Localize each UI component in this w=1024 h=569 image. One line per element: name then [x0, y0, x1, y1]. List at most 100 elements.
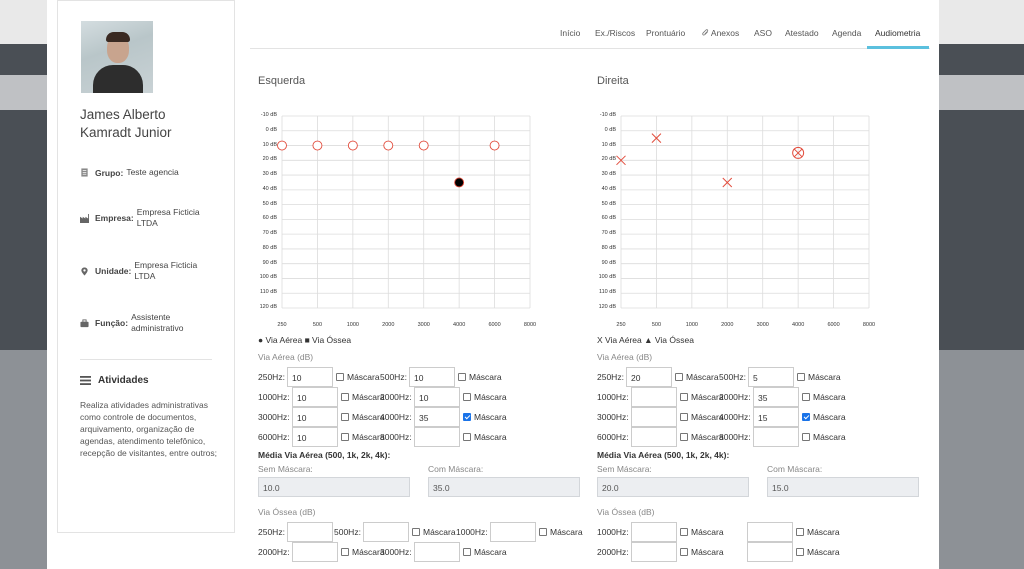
info-grupo: Grupo: Teste agencia	[80, 167, 179, 178]
mascara-checkbox[interactable]	[341, 433, 349, 441]
mascara-checkbox[interactable]	[802, 433, 810, 441]
mascara-label: Máscara	[691, 527, 724, 537]
avatar	[81, 21, 153, 93]
mascara-checkbox[interactable]	[463, 393, 471, 401]
freq-label-6000hz: 6000Hz:	[258, 432, 290, 442]
input-3000hz[interactable]	[631, 407, 677, 427]
tab-inicio[interactable]: Início	[560, 28, 580, 38]
mascara-checkbox[interactable]	[463, 548, 471, 556]
tab-aso[interactable]: ASO	[754, 28, 772, 38]
tab-prontuario[interactable]: Prontuário	[646, 28, 685, 38]
ossea-input-1000hz[interactable]	[490, 522, 536, 542]
mascara-label: Máscara	[807, 527, 840, 537]
x-tick-label: 6000	[488, 322, 501, 328]
mascara-checkbox[interactable]	[802, 413, 810, 421]
input-2000hz[interactable]: 35	[753, 387, 799, 407]
input-4000hz[interactable]: 15	[753, 407, 799, 427]
mascara-label: Máscara	[808, 372, 841, 382]
legend-left: ● Via Aérea ■ Via Óssea	[258, 335, 352, 345]
ossea-freq-label: 1000Hz:	[597, 527, 629, 537]
ossea-input-2000hz[interactable]	[631, 542, 677, 562]
ossea-input-extra[interactable]	[747, 522, 793, 542]
atividades-title-text: Atividades	[98, 375, 149, 386]
input-2000hz[interactable]: 10	[414, 387, 460, 407]
tab-agenda[interactable]: Agenda	[832, 28, 861, 38]
media-sem-mascara-field: 10.0	[258, 477, 410, 497]
tab-atestado[interactable]: Atestado	[785, 28, 819, 38]
empresa-label: Empresa:	[95, 213, 134, 223]
via-ossea-label: Via Óssea (dB)	[597, 507, 655, 517]
input-250hz[interactable]: 10	[287, 367, 333, 387]
input-6000hz[interactable]: 10	[292, 427, 338, 447]
mascara-checkbox[interactable]	[341, 548, 349, 556]
freq-label-6000hz: 6000Hz:	[597, 432, 629, 442]
mascara-checkbox[interactable]	[796, 548, 804, 556]
funcao-value: Assistente administrativo	[131, 312, 184, 333]
ossea-input-2000hz[interactable]	[292, 542, 338, 562]
ossea-freq-label: 2000Hz:	[597, 547, 629, 557]
active-tab-indicator	[867, 46, 929, 49]
atividades-title: Atividades	[80, 375, 149, 386]
ossea-input-500hz[interactable]	[363, 522, 409, 542]
input-6000hz[interactable]	[631, 427, 677, 447]
ossea-freq-label: 500Hz:	[334, 527, 361, 537]
input-8000hz[interactable]	[414, 427, 460, 447]
ossea-input-250hz[interactable]	[287, 522, 333, 542]
briefcase-icon	[80, 318, 89, 327]
y-tick-label: 60 dB	[601, 215, 616, 222]
mascara-checkbox[interactable]	[797, 373, 805, 381]
empresa-value: Empresa Ficticia LTDA	[136, 207, 200, 228]
mascara-checkbox[interactable]	[463, 433, 471, 441]
x-tick-label: 4000	[453, 322, 466, 328]
y-tick-label: 30 dB	[601, 171, 616, 178]
mascara-checkbox[interactable]	[341, 413, 349, 421]
x-tick-label: 500	[312, 322, 323, 328]
document-icon	[81, 168, 88, 177]
x-tick-label: 8000	[523, 322, 537, 328]
tab-anexos[interactable]: Anexos	[702, 28, 739, 38]
ossea-input-3000hz[interactable]	[414, 542, 460, 562]
mascara-checkbox[interactable]	[680, 528, 688, 536]
mascara-checkbox[interactable]	[412, 528, 420, 536]
input-1000hz[interactable]	[631, 387, 677, 407]
input-250hz[interactable]: 20	[626, 367, 672, 387]
tab-bar: Início Ex./Riscos Prontuário Anexos ASO …	[250, 22, 930, 49]
mascara-checkbox[interactable]	[539, 528, 547, 536]
y-tick-label: 100 dB	[598, 274, 616, 281]
mascara-checkbox[interactable]	[680, 413, 688, 421]
y-tick-label: 80 dB	[262, 244, 277, 251]
mascara-checkbox[interactable]	[680, 433, 688, 441]
grupo-label: Grupo:	[95, 167, 124, 178]
mascara-checkbox[interactable]	[336, 373, 344, 381]
mascara-checkbox[interactable]	[458, 373, 466, 381]
freq-label-500hz: 500Hz:	[380, 372, 407, 382]
list-icon	[80, 376, 91, 385]
mascara-checkbox[interactable]	[802, 393, 810, 401]
mascara-label: Máscara	[813, 412, 846, 422]
input-500hz[interactable]: 10	[409, 367, 455, 387]
ossea-input-1000hz[interactable]	[631, 522, 677, 542]
y-tick-label: -10 dB	[260, 112, 277, 118]
input-500hz[interactable]: 5	[748, 367, 794, 387]
y-tick-label: 10 dB	[262, 141, 277, 148]
input-4000hz[interactable]: 35	[414, 407, 460, 427]
mascara-checkbox[interactable]	[341, 393, 349, 401]
tab-ex-riscos[interactable]: Ex./Riscos	[595, 28, 635, 38]
input-8000hz[interactable]	[753, 427, 799, 447]
input-1000hz[interactable]: 10	[292, 387, 338, 407]
mascara-checkbox[interactable]	[680, 393, 688, 401]
x-tick-label: 500	[651, 322, 662, 328]
ossea-input-extra2[interactable]	[747, 542, 793, 562]
mascara-label: Máscara	[474, 432, 507, 442]
unidade-label: Unidade:	[95, 266, 132, 276]
mascara-checkbox[interactable]	[675, 373, 683, 381]
mascara-checkbox[interactable]	[796, 528, 804, 536]
tab-audiometria[interactable]: Audiometria	[875, 28, 920, 38]
input-3000hz[interactable]: 10	[292, 407, 338, 427]
y-tick-label: 10 dB	[601, 141, 616, 148]
y-tick-label: 80 dB	[601, 244, 616, 251]
freq-label-2000hz: 2000Hz:	[380, 392, 412, 402]
mascara-checkbox[interactable]	[463, 413, 471, 421]
mascara-checkbox[interactable]	[680, 548, 688, 556]
y-tick-label: 70 dB	[601, 230, 616, 237]
